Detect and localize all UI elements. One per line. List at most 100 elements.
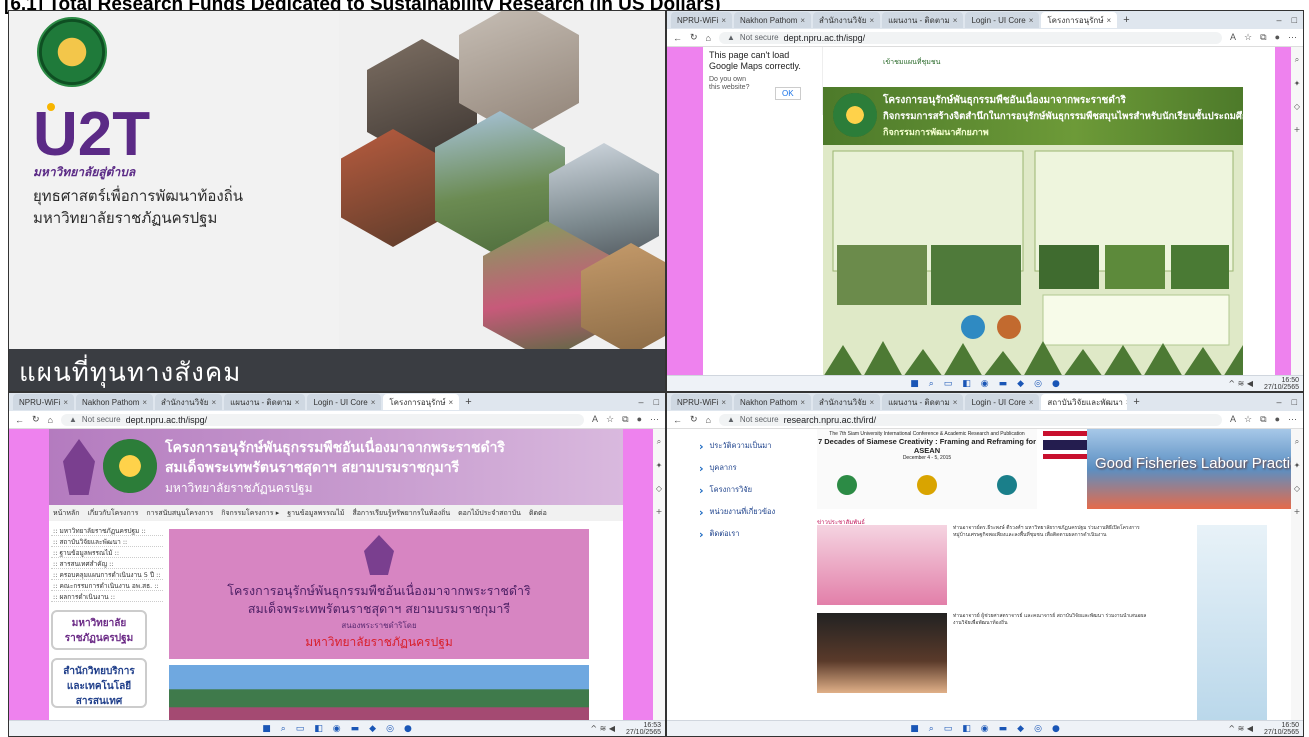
fisheries-banner[interactable]: Good Fisheries Labour Practices [1087,429,1291,509]
back-arrow-icon[interactable]: ← [673,415,682,425]
side-advertisement[interactable] [1197,525,1267,720]
side-link[interactable]: :: คณะกรรมการดำเนินงาน อพ.สธ. :: [51,580,163,591]
app-icon[interactable]: ● [1052,379,1060,389]
news-photo-1[interactable] [817,525,947,605]
tab-plan[interactable]: แผนงาน - ติดตาม × [882,12,964,28]
minimize-icon[interactable]: – [639,397,644,407]
edge-icon[interactable]: ◉ [981,724,989,734]
star-icon[interactable]: ☆ [606,414,614,425]
task-view-icon[interactable]: ▭ [944,379,953,389]
close-icon[interactable]: × [449,398,454,407]
tag-icon[interactable]: ◇ [656,484,662,493]
collections-icon[interactable]: ⧉ [622,414,628,425]
home-icon[interactable]: ⌂ [706,33,711,43]
minimize-icon[interactable]: – [1277,15,1282,25]
edge-icon[interactable]: ◉ [981,379,989,389]
tab-nakhon[interactable]: Nakhon Pathom × [76,394,154,410]
store-icon[interactable]: ◆ [369,724,376,734]
maximize-icon[interactable]: □ [1292,15,1297,25]
windows-start-icon[interactable]: ■ [910,379,919,389]
menu-item[interactable]: เกี่ยวกับโครงการ [87,508,138,519]
close-icon[interactable]: × [371,398,376,407]
more-icon[interactable]: ⋯ [1288,414,1297,425]
widgets-icon[interactable]: ◧ [314,724,323,734]
tab-research-institute[interactable]: สถาบันวิจัยและพัฒนา× [1041,394,1128,410]
maximize-icon[interactable]: □ [654,397,659,407]
widgets-icon[interactable]: ◧ [962,724,971,734]
app-icon[interactable]: ● [404,724,412,734]
collections-icon[interactable]: ⧉ [1260,32,1266,43]
close-icon[interactable]: × [721,398,726,407]
profile-icon[interactable]: ● [1275,414,1280,425]
npru-button[interactable]: มหาวิทยาลัย ราชภัฏนครปฐม [51,610,147,650]
url-field[interactable]: ▲ Not secure dept.npru.ac.th/ispg/ [60,413,585,426]
folder-icon[interactable]: ▬ [351,724,360,734]
read-aloud-icon[interactable]: A [1230,414,1236,425]
more-icon[interactable]: ⋯ [1288,32,1297,43]
search-icon[interactable]: ⌕ [929,379,934,389]
tab-wifi[interactable]: NPRU-WiFi × [671,394,732,410]
tag-icon[interactable]: ◇ [1294,102,1300,111]
close-icon[interactable]: × [800,398,805,407]
windows-start-icon[interactable]: ■ [910,724,919,734]
new-tab-button[interactable]: + [1129,396,1143,408]
menu-item[interactable]: ดอกไม้ประจำสถาบัน [458,508,521,519]
close-icon[interactable]: × [211,398,216,407]
chrome-icon[interactable]: ◎ [386,724,394,734]
sparkle-icon[interactable]: ✦ [1294,461,1301,470]
sparkle-icon[interactable]: ✦ [656,461,663,470]
tab-login[interactable]: Login - UI Core × [307,394,382,410]
tab-research-office[interactable]: สำนักงานวิจัย × [813,394,881,410]
folder-icon[interactable]: ▬ [999,724,1008,734]
task-view-icon[interactable]: ▭ [296,724,305,734]
tab-login[interactable]: Login - UI Core × [965,12,1040,28]
back-arrow-icon[interactable]: ← [15,415,24,425]
tag-icon[interactable]: ◇ [1294,484,1300,493]
read-aloud-icon[interactable]: A [1230,32,1236,43]
conference-banner[interactable]: The 7th Siam University International Co… [817,429,1037,509]
close-icon[interactable]: × [800,16,805,25]
nav-item-related[interactable]: › หน่วยงานที่เกี่ยวข้อง [699,501,809,523]
tab-login[interactable]: Login - UI Core × [965,394,1040,410]
close-icon[interactable]: × [721,16,726,25]
home-icon[interactable]: ⌂ [48,415,53,425]
sparkle-icon[interactable]: ✦ [1294,79,1301,88]
chrome-icon[interactable]: ◎ [1034,379,1042,389]
tab-plan[interactable]: แผนงาน - ติดตาม × [224,394,306,410]
read-aloud-icon[interactable]: A [592,414,598,425]
news-text-2[interactable]: ท่านอาจารย์ ผู้ช่วยศาสตราจารย์ และคณาจาร… [953,613,1153,627]
menu-item[interactable]: สื่อการเรียนรู้ทรัพยากรในท้องถิ่น [352,508,450,519]
close-icon[interactable]: × [142,398,147,407]
tab-wifi[interactable]: NPRU-WiFi × [671,12,732,28]
url-field[interactable]: ▲ Not secure dept.npru.ac.th/ispg/ [718,31,1223,44]
star-icon[interactable]: ☆ [1244,32,1252,43]
store-icon[interactable]: ◆ [1017,379,1024,389]
tab-ispg[interactable]: โครงการอนุรักษ์ × [383,394,460,410]
tab-research-office[interactable]: สำนักงานวิจัย × [155,394,223,410]
search-icon[interactable]: ⌕ [281,724,286,734]
plus-icon[interactable]: + [1294,507,1301,516]
close-icon[interactable]: × [1029,16,1034,25]
close-icon[interactable]: × [295,398,300,407]
close-icon[interactable]: × [1029,398,1034,407]
menu-item[interactable]: การสนับสนุนโครงการ [146,508,213,519]
url-field[interactable]: ▲ Not secure research.npru.ac.th/ird/ [718,413,1223,426]
menu-item[interactable]: หน้าหลัก [53,508,79,519]
plus-icon[interactable]: + [656,507,663,516]
profile-icon[interactable]: ● [637,414,642,425]
menu-item[interactable]: ฐานข้อมูลพรรณไม้ [287,508,344,519]
side-link[interactable]: :: ผลการดำเนินงาน :: [51,591,163,602]
reload-icon[interactable]: ↻ [32,414,40,425]
search-icon[interactable]: ⌕ [1295,55,1299,65]
plus-icon[interactable]: + [1294,125,1301,134]
tab-nakhon[interactable]: Nakhon Pathom × [734,12,812,28]
tab-wifi[interactable]: NPRU-WiFi × [13,394,74,410]
reload-icon[interactable]: ↻ [690,414,698,425]
search-icon[interactable]: ⌕ [1295,437,1299,447]
back-arrow-icon[interactable]: ← [673,33,682,43]
tab-nakhon[interactable]: Nakhon Pathom × [734,394,812,410]
edge-icon[interactable]: ◉ [333,724,341,734]
reload-icon[interactable]: ↻ [690,32,698,43]
task-view-icon[interactable]: ▭ [944,724,953,734]
close-icon[interactable]: × [1126,398,1128,407]
